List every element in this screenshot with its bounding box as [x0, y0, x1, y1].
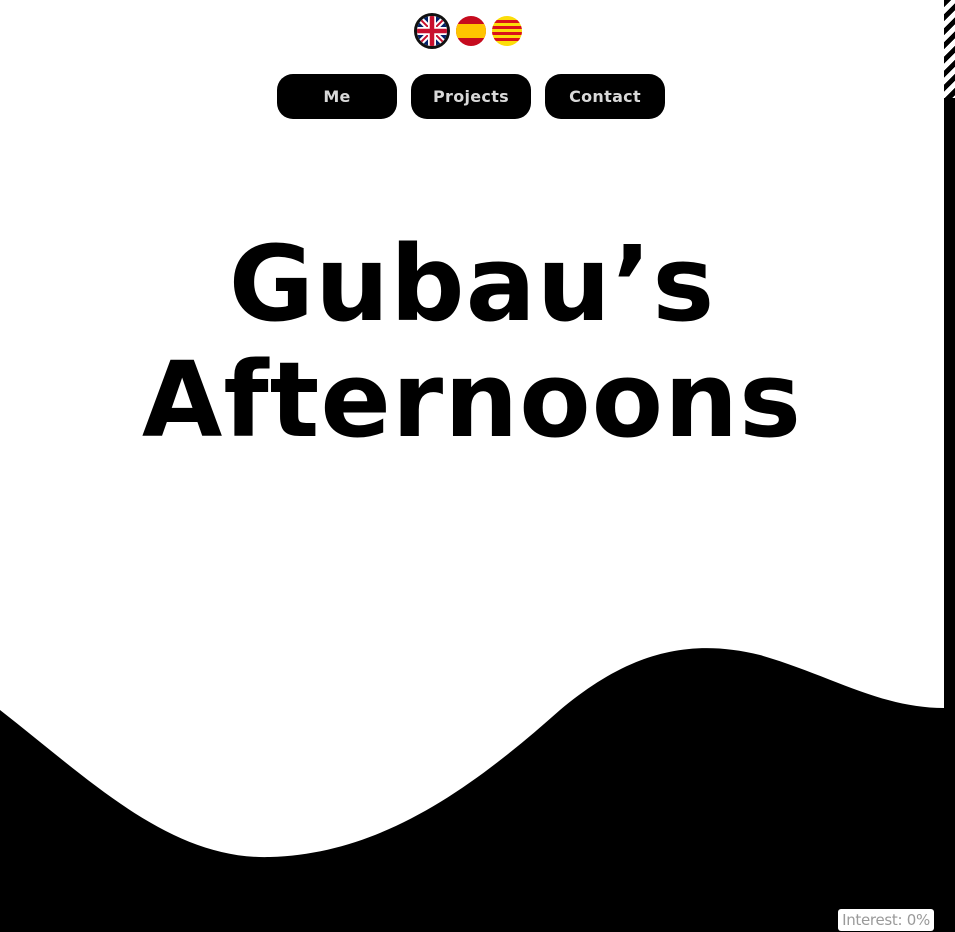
striped-edge-decoration	[944, 0, 955, 98]
me-button[interactable]: Me	[277, 74, 397, 119]
page: Me Projects Contact Gubau’s Afternoons I…	[0, 0, 955, 932]
projects-button[interactable]: Projects	[411, 74, 531, 119]
title-line-2: Afternoons	[141, 339, 803, 461]
page-title: Gubau’s Afternoons	[0, 226, 944, 458]
catalonia-flag-icon[interactable]	[492, 15, 522, 46]
contact-button[interactable]: Contact	[545, 74, 665, 119]
spain-flag-icon[interactable]	[456, 15, 486, 46]
title-line-1: Gubau’s	[228, 223, 716, 345]
wave-decoration	[0, 648, 955, 932]
main-nav: Me Projects Contact	[277, 74, 665, 119]
uk-flag-icon[interactable]	[414, 13, 450, 49]
interest-indicator: Interest: 0%	[838, 909, 934, 931]
language-switcher	[414, 12, 522, 49]
